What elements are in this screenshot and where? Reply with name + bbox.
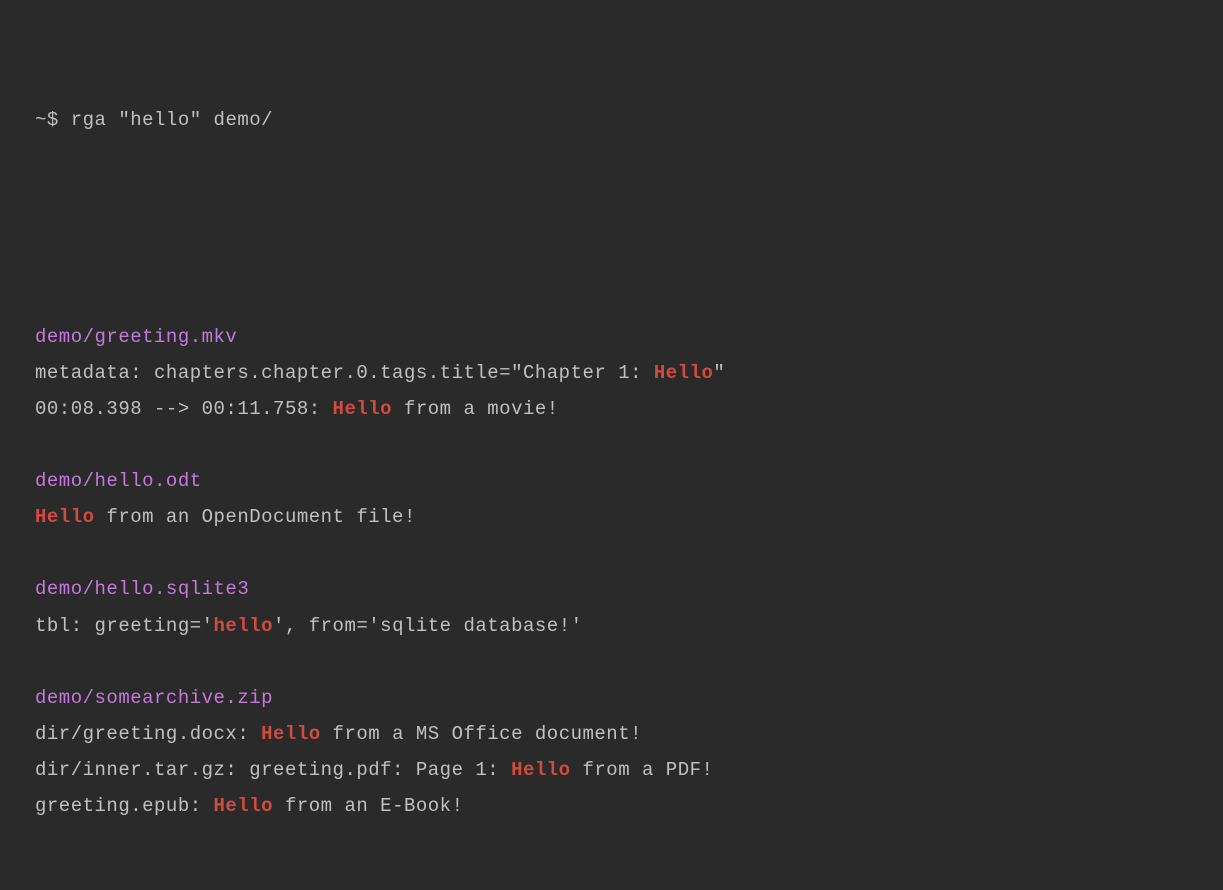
match-line: Hello from an OpenDocument file! [35, 499, 1188, 535]
match-highlight: hello [214, 615, 274, 637]
result-filename: demo/hello.sqlite3 [35, 571, 1188, 607]
blank-line [35, 427, 1188, 463]
result-filename: demo/hello.odt [35, 463, 1188, 499]
match-highlight: Hello [35, 506, 95, 528]
match-text: ', from='sqlite database!' [273, 615, 582, 637]
match-text: from a MS Office document! [321, 723, 642, 745]
result-filename: demo/greeting.mkv [35, 319, 1188, 355]
match-text: from an E-Book! [273, 795, 463, 817]
match-text: from an OpenDocument file! [95, 506, 416, 528]
match-text: metadata: chapters.chapter.0.tags.title=… [35, 362, 654, 384]
match-line: metadata: chapters.chapter.0.tags.title=… [35, 355, 1188, 391]
match-text: tbl: greeting=' [35, 615, 214, 637]
blank-line [35, 210, 1188, 246]
match-line: dir/greeting.docx: Hello from a MS Offic… [35, 716, 1188, 752]
command-text: rga "hello" demo/ [71, 109, 273, 131]
blank-line [35, 644, 1188, 680]
match-text: " [713, 362, 725, 384]
match-text: 00:08.398 --> 00:11.758: [35, 398, 333, 420]
match-text: dir/greeting.docx: [35, 723, 261, 745]
match-text: greeting.epub: [35, 795, 214, 817]
match-text: dir/inner.tar.gz: greeting.pdf: Page 1: [35, 759, 511, 781]
match-line: tbl: greeting='hello', from='sqlite data… [35, 608, 1188, 644]
match-highlight: Hello [214, 795, 274, 817]
prompt-symbol: ~$ [35, 109, 71, 131]
match-line: dir/inner.tar.gz: greeting.pdf: Page 1: … [35, 752, 1188, 788]
match-highlight: Hello [261, 723, 321, 745]
result-filename: demo/somearchive.zip [35, 680, 1188, 716]
match-line: greeting.epub: Hello from an E-Book! [35, 788, 1188, 824]
results-container: demo/greeting.mkv metadata: chapters.chap… [35, 319, 1188, 824]
match-line: 00:08.398 --> 00:11.758: Hello from a mo… [35, 391, 1188, 427]
match-text: from a movie! [392, 398, 559, 420]
blank-line [35, 535, 1188, 571]
terminal-output: ~$ rga "hello" demo/ demo/greeting.mkv me… [35, 30, 1188, 860]
match-highlight: Hello [333, 398, 393, 420]
match-highlight: Hello [654, 362, 714, 384]
match-text: from a PDF! [571, 759, 714, 781]
prompt-line: ~$ rga "hello" demo/ [35, 102, 1188, 138]
match-highlight: Hello [511, 759, 571, 781]
